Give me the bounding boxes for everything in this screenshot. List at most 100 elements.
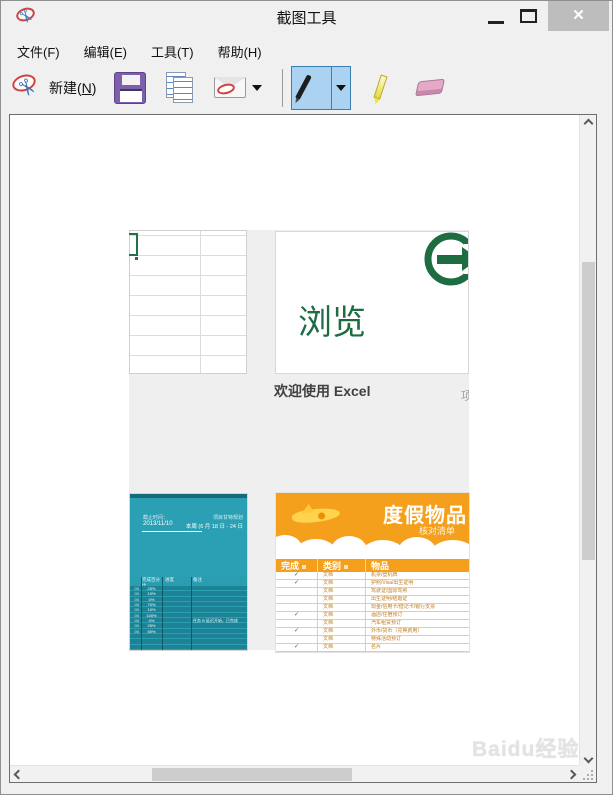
chevron-up-icon [583, 118, 594, 129]
gantt-right-text-2: 本周 (6 月 18 日 - 24 日 [185, 524, 243, 530]
floppy-shutter [122, 75, 141, 85]
packing-table-header: 完成 类别 物品 [276, 559, 469, 572]
scroll-left-button[interactable] [10, 766, 27, 782]
close-button[interactable]: ✕ [548, 1, 609, 31]
baidu-watermark-logo: Baidu经验 [472, 738, 580, 761]
scroll-up-button[interactable] [580, 115, 596, 132]
pen-icon [295, 74, 313, 100]
check-icon: ✓ [276, 572, 318, 579]
minimize-button[interactable] [481, 1, 511, 31]
new-snip-button[interactable]: ✂ 新建(N) [5, 67, 102, 109]
menu-tools[interactable]: 工具(T) [139, 39, 206, 63]
gantt-due-label: 截止时间： [143, 515, 169, 521]
send-dropdown-arrow-icon[interactable] [252, 85, 263, 91]
packing-row: 文档 驾驶证/国际驾照 [276, 588, 469, 596]
chevron-left-icon [13, 769, 24, 780]
gantt-row: 00 100% [130, 612, 247, 618]
menu-file[interactable]: 文件(F) [5, 39, 72, 63]
packing-row: ✓ 文档 名片 [276, 644, 469, 652]
eraser-body [415, 78, 446, 97]
gantt-row: 00 25% [130, 623, 247, 628]
toolbar: ✂ 新建(N) [5, 63, 610, 113]
menu-help[interactable]: 帮助(H) [206, 39, 274, 63]
gantt-right-text-1: 项目甘特规划 [212, 515, 243, 521]
cloud-icon [296, 539, 336, 547]
packing-row: 文档 现金/信用卡/借记卡/银行支票 [276, 604, 469, 612]
gantt-row: 00 10% [130, 591, 247, 596]
title-bar[interactable]: ✂ 截图工具 ✕ [1, 1, 612, 33]
gantt-row: 00 50% [130, 628, 247, 634]
copy-icon [164, 71, 196, 105]
packing-rows: ✓ 文档 机票/登机牌 ✓ 文档 护照/Visa/出生证明 文档 驾驶证/国际驾照 文档出… [276, 572, 469, 652]
packing-list-template-preview: 度假物品 核对清单 完成 类别 物品 ✓ 文档 机票/登机牌 ✓ 文档 护照/Visa/… [276, 493, 469, 652]
filter-icon [344, 565, 349, 569]
airplane-illustration-icon [291, 506, 341, 525]
packing-row: 文档 汽车租赁预订 [276, 620, 469, 628]
grid-column-line [200, 231, 201, 373]
check-icon [276, 636, 318, 643]
snip-canvas: 浏览 欢迎使用 Excel 项 截止时间： 2013/11/10 项目甘特规划 … [9, 114, 597, 783]
horizontal-scrollbar-thumb[interactable] [152, 768, 352, 781]
packing-subtitle: 核对清单 [418, 526, 455, 536]
packing-header: 度假物品 核对清单 [276, 493, 469, 547]
cell-fill-handle [134, 256, 139, 261]
gantt-template-preview: 截止时间： 2013/11/10 项目甘特规划 本周 (6 月 18 日 - 2… [130, 494, 247, 650]
pen-dropdown-button[interactable] [332, 67, 350, 109]
cell-selection-outline [129, 233, 138, 256]
check-icon [276, 620, 318, 627]
gantt-row: 00 25% [130, 586, 247, 591]
check-icon [276, 596, 318, 603]
copy-button[interactable] [158, 67, 202, 109]
gantt-underline [142, 531, 202, 532]
check-icon [276, 604, 318, 611]
pen-dropdown-arrow-icon [336, 85, 347, 91]
highlighter-icon [365, 71, 397, 105]
filter-icon [302, 565, 307, 569]
clipped-text-fragment: 项 [461, 387, 469, 401]
packing-row: ✓ 文档 护照/Visa/出生证明 [276, 580, 469, 588]
gantt-row: 00 0% [130, 596, 247, 602]
gantt-row: 00 0% 任务 B 延迟开始，已完成 [130, 617, 247, 623]
vertical-scrollbar[interactable] [579, 115, 596, 767]
resize-grip[interactable] [583, 769, 594, 780]
highlighter-button[interactable] [359, 67, 403, 109]
pen-tool-button[interactable] [292, 67, 333, 109]
gantt-due-date: 2013/11/10 [143, 521, 173, 527]
scroll-right-button[interactable] [563, 766, 580, 782]
save-button[interactable] [108, 68, 152, 108]
vertical-scrollbar-thumb[interactable] [582, 262, 595, 560]
gantt-grid-line [191, 577, 192, 650]
menu-bar: 文件(F) 编辑(E) 工具(T) 帮助(H) [5, 39, 274, 63]
send-snip-button[interactable] [208, 67, 268, 109]
gantt-table-header: 完成百分比 进度 备注 [130, 577, 247, 588]
cloud-icon [431, 540, 469, 547]
new-snip-icon: ✂ [10, 71, 43, 105]
gantt-rows: 00 25% 00 10% 00 0% 00 70% 00 10% 00 100% 00 0%… [130, 586, 247, 650]
maximize-icon [520, 9, 537, 23]
menu-edit[interactable]: 编辑(E) [72, 39, 139, 63]
gantt-grid-line [162, 577, 163, 650]
cloud-icon [398, 537, 436, 547]
gantt-row: 00 70% [130, 601, 247, 607]
maximize-button[interactable] [513, 1, 543, 31]
excel-blank-workbook-preview [129, 230, 247, 374]
gantt-top-bar [130, 494, 247, 498]
minimize-icon [488, 21, 504, 24]
check-icon: ✓ [276, 580, 318, 587]
packing-row: ✓ 文档 酒店/住宿预订 [276, 612, 469, 620]
packing-row: 文档 出生证明/结婚证 [276, 596, 469, 604]
gantt-empty-row [130, 633, 247, 639]
excel-browse-tile: 浏览 [275, 231, 469, 374]
horizontal-scrollbar[interactable] [10, 765, 580, 782]
scrollbar-corner [579, 765, 596, 782]
toolbar-separator [282, 69, 284, 107]
eraser-icon [415, 71, 447, 105]
new-snip-label: 新建(N) [49, 80, 97, 96]
packing-row: ✓ 文档 机票/登机牌 [276, 572, 469, 580]
packing-row: 文档 特殊活动预订 [276, 636, 469, 644]
chevron-right-icon [566, 769, 577, 780]
highlighter-body [373, 74, 389, 100]
cloud-icon [331, 536, 367, 547]
eraser-button[interactable] [409, 67, 453, 109]
check-icon: ✓ [276, 628, 318, 635]
